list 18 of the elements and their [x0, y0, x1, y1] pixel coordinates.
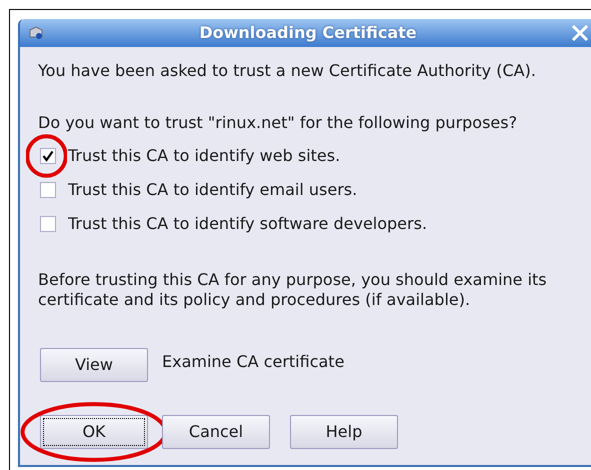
advice-text: Before trusting this CA for any purpose, you should examine its certificate and its policy and procedures (if available). — [38, 270, 548, 310]
checkbox[interactable] — [40, 148, 56, 164]
close-icon[interactable] — [570, 23, 590, 43]
dialog-button[interactable]: OK — [40, 415, 148, 449]
view-description: Examine CA certificate — [162, 352, 344, 372]
question-text: Do you want to trust "rinux.net" for the following purposes? — [38, 113, 518, 133]
purpose-checkbox[interactable]: Trust this CA to identify email users. — [38, 180, 358, 200]
window-title: Downloading Certificate — [199, 22, 418, 44]
check-icon — [42, 150, 54, 162]
purpose-checkbox[interactable]: Trust this CA to identify software developers. — [38, 214, 428, 234]
intro-text: You have been asked to trust a new Certificate Authority (CA). — [38, 61, 537, 81]
purpose-checkbox[interactable]: Trust this CA to identify web sites. — [38, 146, 340, 166]
checkbox[interactable] — [40, 182, 56, 198]
dialog-button[interactable]: Help — [290, 415, 398, 449]
certificate-icon — [28, 26, 44, 40]
dialog-button[interactable]: Cancel — [162, 415, 270, 449]
view-button[interactable]: View — [40, 348, 148, 382]
checkbox[interactable] — [40, 216, 56, 232]
